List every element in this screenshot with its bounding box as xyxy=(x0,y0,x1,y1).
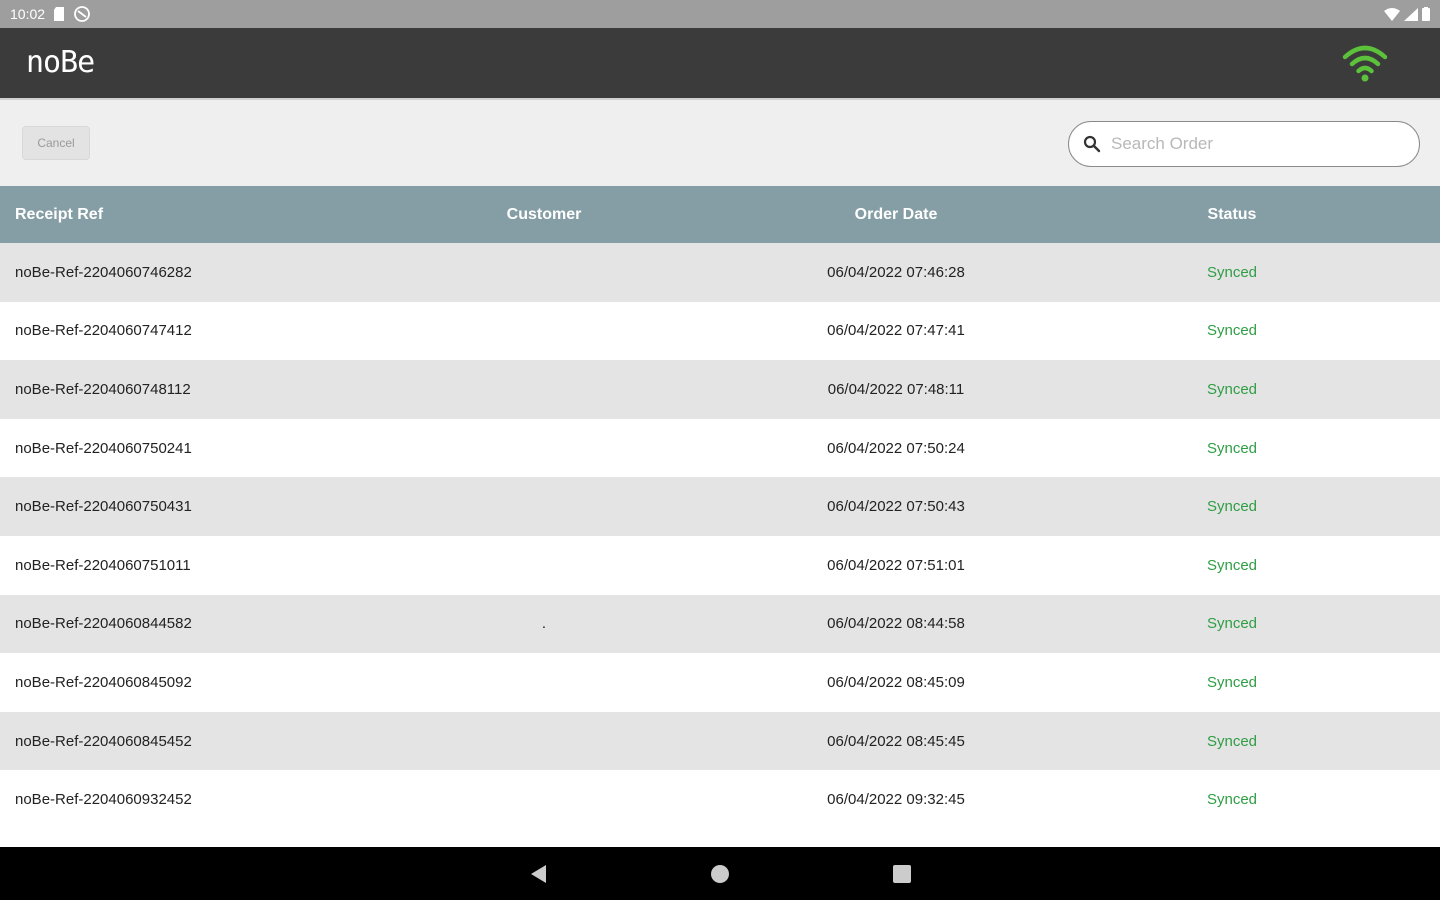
cell-status: Synced xyxy=(1206,615,1258,633)
cell-receipt-ref: noBe-Ref-2204060751011 xyxy=(15,556,191,574)
table-row[interactable]: noBe-Ref-2204060845092 06/04/2022 08:45:… xyxy=(0,653,1440,712)
search-order-input[interactable] xyxy=(1111,122,1419,166)
table-row[interactable]: noBe-Ref-2204060750431 06/04/2022 07:50:… xyxy=(0,477,1440,536)
table-row[interactable]: noBe-Ref-2204060845452 06/04/2022 08:45:… xyxy=(0,711,1440,771)
recents-square-icon xyxy=(893,864,911,883)
app-logo: noBe xyxy=(26,45,95,80)
cell-status: Synced xyxy=(1206,673,1258,691)
cell-status: Synced xyxy=(1206,380,1258,398)
cell-status: Synced xyxy=(1206,439,1258,457)
table-row[interactable]: noBe-Ref-2204060750241 06/04/2022 07:50:… xyxy=(0,418,1440,478)
cell-receipt-ref: noBe-Ref-2204060845092 xyxy=(15,673,192,691)
table-row[interactable]: noBe-Ref-2204060932452 06/04/2022 09:32:… xyxy=(0,770,1440,829)
cell-receipt-ref: noBe-Ref-2204060750431 xyxy=(15,498,192,516)
wifi-status-icon xyxy=(1384,7,1400,21)
recents-button[interactable] xyxy=(882,847,922,900)
cell-order-date: 06/04/2022 07:46:28 xyxy=(827,263,965,281)
cell-order-date: 06/04/2022 07:48:11 xyxy=(827,380,965,398)
cell-receipt-ref: noBe-Ref-2204060748112 xyxy=(15,380,191,398)
cell-receipt-ref: noBe-Ref-2204060845452 xyxy=(15,732,192,750)
system-navigation-bar xyxy=(0,847,1440,900)
status-right xyxy=(1384,7,1430,21)
header-order-date: Order Date xyxy=(854,205,938,223)
table-header: Receipt Ref Customer Order Date Status xyxy=(0,186,1440,243)
table-row[interactable]: noBe-Ref-2204060751011 06/04/2022 07:51:… xyxy=(0,535,1440,595)
cell-receipt-ref: noBe-Ref-2204060750241 xyxy=(15,439,192,457)
cell-status: Synced xyxy=(1206,498,1258,516)
cell-status: Synced xyxy=(1206,322,1258,340)
header-receipt-ref: Receipt Ref xyxy=(15,205,104,223)
cell-receipt-ref: noBe-Ref-2204060747412 xyxy=(15,322,192,340)
back-button[interactable] xyxy=(518,847,558,900)
system-status-bar: 10:02 xyxy=(0,0,1440,28)
cell-order-date: 06/04/2022 08:45:45 xyxy=(827,732,965,750)
status-left: 10:02 xyxy=(10,5,91,23)
wifi-connected-icon[interactable] xyxy=(1342,43,1388,83)
search-icon xyxy=(1083,135,1101,153)
table-row[interactable]: noBe-Ref-2204060748112 06/04/2022 07:48:… xyxy=(0,360,1440,419)
cell-customer: . xyxy=(541,615,547,633)
table-body: noBe-Ref-2204060746282 06/04/2022 07:46:… xyxy=(0,243,1440,829)
table-row[interactable]: noBe-Ref-2204060844582 . 06/04/2022 08:4… xyxy=(0,594,1440,654)
order-toolbar: Cancel xyxy=(0,98,1440,186)
search-box[interactable] xyxy=(1068,121,1420,167)
cell-order-date: 06/04/2022 07:51:01 xyxy=(827,556,965,574)
app-bar: noBe xyxy=(0,28,1440,98)
sd-card-icon xyxy=(54,7,65,21)
no-sync-icon xyxy=(74,6,90,22)
cell-order-date: 06/04/2022 07:47:41 xyxy=(827,322,965,340)
back-triangle-icon xyxy=(531,864,546,883)
home-circle-icon xyxy=(711,864,729,883)
status-time: 10:02 xyxy=(10,6,46,22)
cell-status: Synced xyxy=(1206,556,1258,574)
cell-status: Synced xyxy=(1206,791,1258,809)
cell-order-date: 06/04/2022 07:50:24 xyxy=(827,439,965,457)
battery-icon xyxy=(1422,7,1430,21)
cell-receipt-ref: noBe-Ref-2204060932452 xyxy=(15,791,192,809)
signal-icon xyxy=(1404,7,1418,21)
header-customer: Customer xyxy=(506,205,582,223)
table-row[interactable]: noBe-Ref-2204060747412 06/04/2022 07:47:… xyxy=(0,301,1440,361)
cell-status: Synced xyxy=(1206,263,1258,281)
cell-order-date: 06/04/2022 08:45:09 xyxy=(827,673,965,691)
cell-order-date: 06/04/2022 09:32:45 xyxy=(827,791,965,809)
header-status: Status xyxy=(1207,205,1257,223)
orders-table: Receipt Ref Customer Order Date Status n… xyxy=(0,186,1440,829)
cell-receipt-ref: noBe-Ref-2204060746282 xyxy=(15,263,192,281)
table-row[interactable]: noBe-Ref-2204060746282 06/04/2022 07:46:… xyxy=(0,243,1440,302)
cell-status: Synced xyxy=(1206,732,1258,750)
cell-receipt-ref: noBe-Ref-2204060844582 xyxy=(15,615,192,633)
home-button[interactable] xyxy=(700,847,740,900)
cancel-button[interactable]: Cancel xyxy=(22,126,90,160)
cell-order-date: 06/04/2022 08:44:58 xyxy=(827,615,965,633)
cell-order-date: 06/04/2022 07:50:43 xyxy=(827,498,965,516)
